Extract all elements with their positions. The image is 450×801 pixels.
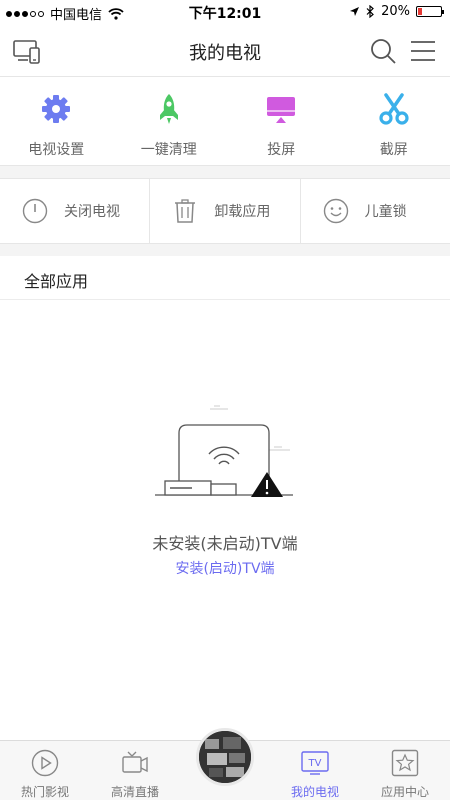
quick-action-screenshot[interactable]: 截屏	[338, 77, 450, 165]
tv-icon: TV	[301, 749, 329, 777]
tools-row: 关闭电视 卸载应用 儿童锁	[0, 178, 450, 244]
star-icon	[391, 749, 419, 777]
quick-action-label: 截屏	[338, 139, 450, 159]
battery-percent: 20%	[381, 4, 410, 19]
scissors-icon	[378, 93, 410, 125]
video-camera-icon	[121, 749, 149, 777]
all-apps-header: 全部应用	[0, 256, 450, 300]
location-arrow-icon	[349, 6, 360, 17]
power-icon	[22, 198, 48, 224]
quick-action-screen-cast[interactable]: 投屏	[225, 77, 338, 165]
quick-action-cleanup[interactable]: 一键清理	[113, 77, 226, 165]
tab-hd-live[interactable]: 高清直播	[90, 741, 180, 801]
install-tv-link[interactable]: 安装(启动)TV端	[0, 558, 450, 578]
section-divider	[0, 244, 450, 256]
menu-icon	[408, 36, 438, 66]
section-title: 全部应用	[24, 268, 88, 292]
quick-action-label: 一键清理	[113, 139, 226, 159]
tab-my-tv[interactable]: TV 我的电视	[270, 741, 360, 801]
screen-cast-icon	[265, 93, 297, 125]
tab-app-center[interactable]: 应用中心	[360, 741, 450, 801]
trash-icon	[172, 198, 198, 224]
media-thumbnail-icon	[199, 731, 251, 783]
tab-label: 我的电视	[270, 783, 360, 800]
center-media-button[interactable]	[196, 728, 254, 786]
battery-level-fill	[418, 8, 422, 15]
tool-label: 儿童锁	[365, 201, 407, 221]
quick-action-label: 电视设置	[0, 139, 113, 159]
child-lock-button[interactable]: 儿童锁	[300, 179, 450, 243]
smiley-icon	[323, 198, 349, 224]
nav-bar: 我的电视	[0, 24, 450, 77]
bluetooth-icon	[366, 5, 375, 18]
battery-icon	[416, 6, 442, 17]
status-bar: 中国电信 下午12:01 20%	[0, 0, 450, 24]
play-icon	[31, 749, 59, 777]
tool-label: 卸载应用	[214, 201, 270, 221]
tab-label: 应用中心	[360, 783, 450, 800]
uninstall-app-button[interactable]: 卸载应用	[149, 179, 299, 243]
search-button[interactable]	[368, 36, 398, 66]
quick-action-tv-settings[interactable]: 电视设置	[0, 77, 113, 165]
section-divider	[0, 165, 450, 179]
tab-label: 高清直播	[90, 783, 180, 800]
empty-state-title: 未安装(未启动)TV端	[0, 530, 450, 554]
status-right: 20%	[349, 4, 442, 19]
menu-button[interactable]	[408, 36, 438, 66]
tool-label: 关闭电视	[64, 201, 120, 221]
gear-icon	[40, 93, 72, 125]
search-icon	[368, 36, 398, 66]
tv-not-installed-illustration	[150, 400, 300, 510]
quick-actions: 电视设置 一键清理 投屏 截屏	[0, 77, 450, 165]
power-off-tv-button[interactable]: 关闭电视	[0, 179, 149, 243]
tab-label: 热门影视	[0, 783, 90, 800]
svg-text:TV: TV	[308, 758, 322, 769]
tab-hot-movies[interactable]: 热门影视	[0, 741, 90, 801]
rocket-icon	[153, 93, 185, 125]
quick-action-label: 投屏	[225, 139, 338, 159]
